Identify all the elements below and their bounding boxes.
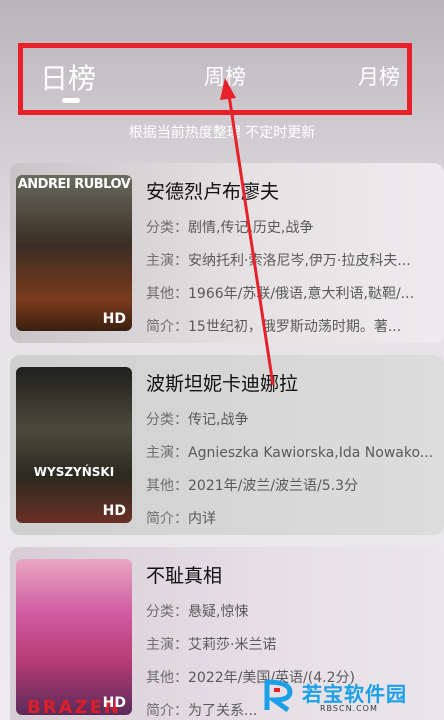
annotation-arrow [220, 78, 275, 386]
brand-mark-icon [264, 679, 293, 712]
watermark-brand: 若宝软件园 [302, 682, 407, 706]
watermark-logo: 若宝软件园 RBSCN.COM [264, 676, 440, 716]
watermark-url: RBSCN.COM [320, 704, 378, 713]
